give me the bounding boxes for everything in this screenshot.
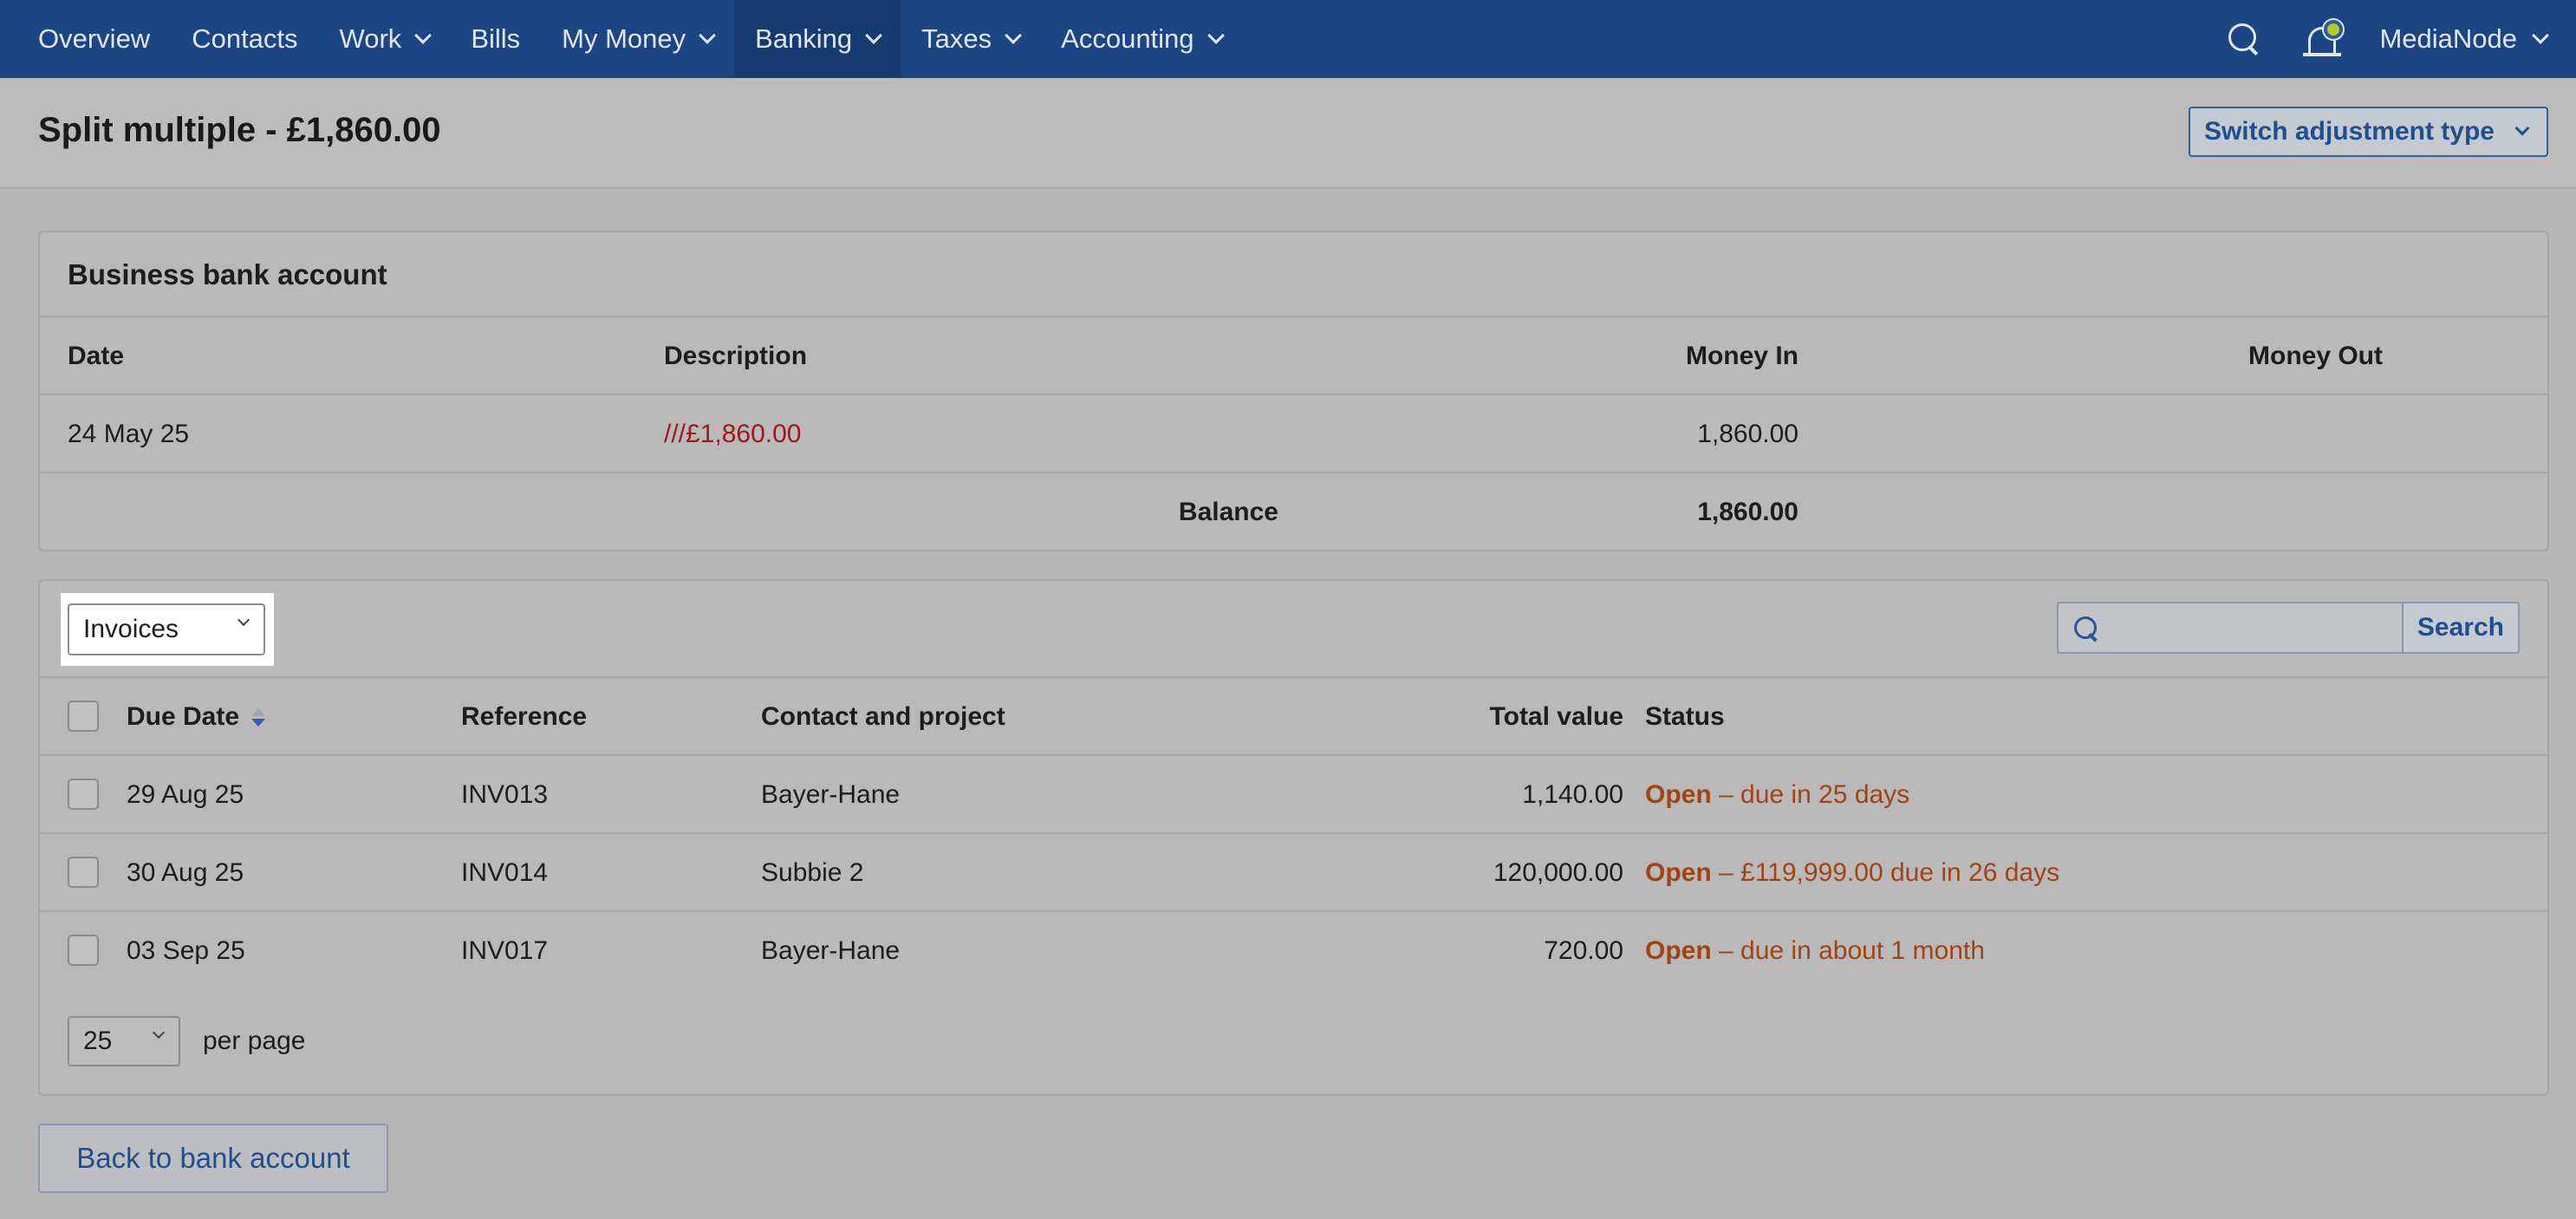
chevron-down-icon [414, 27, 433, 44]
notification-dot-icon [2324, 20, 2344, 39]
bank-header-row: Date Description Money In Money Out [40, 316, 2547, 394]
balance-label: Balance [1178, 498, 1278, 526]
row-due-date: 29 Aug 25 [127, 780, 244, 809]
table-row: 30 Aug 25 INV014 Subbie 2 120,000.00 Ope… [40, 832, 2547, 910]
col-money-in: Money In [1685, 342, 1799, 370]
document-type-select[interactable]: Invoices [68, 603, 265, 655]
chevron-down-icon [152, 1026, 166, 1040]
nav-overview[interactable]: Overview [0, 0, 171, 78]
document-type-value: Invoices [83, 615, 179, 643]
col-date: Date [68, 342, 125, 370]
nav-accounting[interactable]: Accounting [1040, 0, 1242, 78]
nav-work[interactable]: Work [319, 0, 451, 78]
search-icon[interactable] [2227, 22, 2261, 56]
col-due-date-label: Due Date [127, 702, 240, 731]
row-status: Open – due in about 1 month [1645, 936, 1985, 966]
row-contact: Bayer-Hane [761, 936, 901, 965]
col-reference: Reference [461, 702, 588, 731]
row-checkbox[interactable] [68, 935, 99, 966]
status-detail: – £119,999.00 due in 26 days [1719, 858, 2060, 887]
row-status: Open – £119,999.00 due in 26 days [1645, 858, 2059, 888]
row-total: 120,000.00 [1493, 858, 1623, 887]
invoice-search: Search [2056, 602, 2520, 654]
nav-my-money[interactable]: My Money [541, 0, 734, 78]
chevron-down-icon [237, 613, 250, 627]
chevron-down-icon [1207, 27, 1225, 44]
row-status: Open – due in 25 days [1645, 780, 1909, 810]
balance-value: 1,860.00 [1697, 498, 1799, 526]
status-detail: – due in 25 days [1719, 780, 1910, 809]
row-reference: INV013 [461, 780, 549, 809]
row-checkbox[interactable] [68, 779, 99, 810]
status-open: Open [1645, 780, 1712, 809]
row-reference: INV017 [461, 936, 549, 965]
account-name: MediaNode [2379, 23, 2517, 54]
row-due-date: 03 Sep 25 [127, 936, 245, 965]
row-checkbox[interactable] [68, 857, 99, 888]
transaction-date: 24 May 25 [68, 420, 190, 448]
table-row: 03 Sep 25 INV017 Bayer-Hane 720.00 Open … [40, 910, 2547, 988]
switch-adjustment-label: Switch adjustment type [2203, 117, 2495, 146]
row-reference: INV014 [461, 858, 549, 887]
sort-icon [251, 708, 266, 727]
bank-balance-row: Balance 1,860.00 [40, 472, 2547, 550]
status-open: Open [1645, 936, 1712, 965]
nav-banking[interactable]: Banking [734, 0, 901, 78]
col-money-out: Money Out [2248, 342, 2383, 370]
nav-bills[interactable]: Bills [450, 0, 541, 78]
bank-account-title: Business bank account [68, 258, 387, 290]
row-contact: Bayer-Hane [761, 780, 901, 809]
row-total: 720.00 [1544, 936, 1623, 965]
select-all-checkbox[interactable] [68, 701, 99, 732]
row-due-date: 30 Aug 25 [127, 858, 244, 887]
invoices-card: Invoices Search Due Date Reference Conta… [38, 579, 2549, 1096]
chevron-down-icon [2532, 27, 2549, 44]
per-page-value: 25 [83, 1027, 113, 1055]
per-page-label: per page [203, 1027, 306, 1055]
col-status: Status [1645, 702, 1725, 731]
status-detail: – due in about 1 month [1719, 936, 1985, 965]
nav-contacts[interactable]: Contacts [171, 0, 318, 78]
search-input[interactable] [2056, 602, 2402, 654]
col-contact-project: Contact and project [761, 702, 1005, 731]
col-description: Description [664, 342, 808, 370]
notification-bell-icon[interactable] [2303, 15, 2345, 63]
bell-base [2303, 53, 2342, 56]
transaction-money-in: 1,860.00 [1697, 420, 1799, 448]
back-to-bank-account-button[interactable]: Back to bank account [38, 1124, 388, 1193]
col-total-value: Total value [1489, 702, 1623, 731]
table-row: 29 Aug 25 INV013 Bayer-Hane 1,140.00 Ope… [40, 754, 2547, 832]
chevron-down-icon [865, 27, 883, 44]
search-icon [2073, 616, 2100, 642]
per-page-select[interactable]: 25 [68, 1016, 180, 1066]
row-total: 1,140.00 [1522, 780, 1623, 809]
col-due-date[interactable]: Due Date [127, 702, 266, 732]
chevron-down-icon [699, 27, 717, 44]
invoice-header-row: Due Date Reference Contact and project T… [40, 676, 2547, 754]
document-type-select-highlight: Invoices [61, 593, 274, 666]
transaction-description: ///£1,860.00 [664, 420, 802, 448]
switch-adjustment-type-button[interactable]: Switch adjustment type [2188, 107, 2548, 157]
nav-right: MediaNode [2227, 0, 2576, 78]
account-menu[interactable]: MediaNode [2379, 23, 2576, 55]
bank-account-card: Business bank account Date Description M… [38, 231, 2549, 551]
row-contact: Subbie 2 [761, 858, 864, 887]
chevron-down-icon [1005, 27, 1023, 44]
status-open: Open [1645, 858, 1712, 887]
bank-transaction-row: 24 May 25 ///£1,860.00 1,860.00 [40, 394, 2547, 472]
page-title: Split multiple - £1,860.00 [38, 111, 441, 149]
page-header: Split multiple - £1,860.00 Switch adjust… [0, 78, 2576, 189]
chevron-down-icon [2514, 121, 2530, 136]
top-nav: Overview Contacts Work Bills My Money Ba… [0, 0, 2576, 78]
search-button[interactable]: Search [2401, 602, 2520, 654]
nav-taxes[interactable]: Taxes [901, 0, 1040, 78]
